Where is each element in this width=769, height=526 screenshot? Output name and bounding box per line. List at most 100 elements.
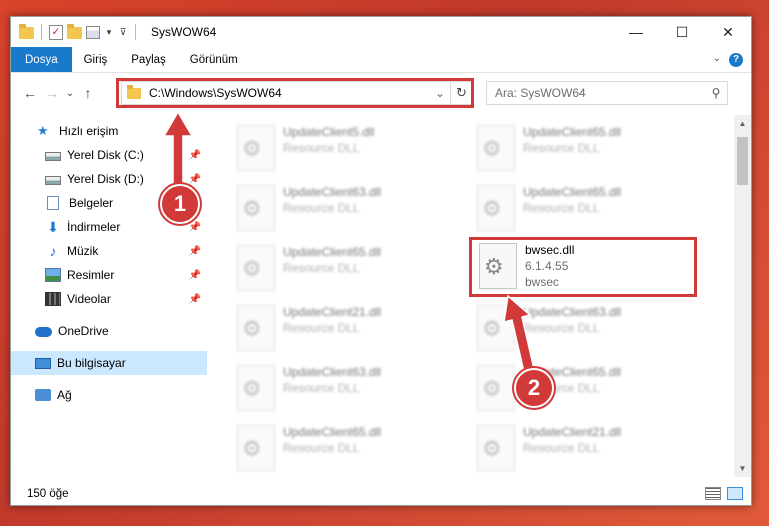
file-item[interactable]: UpdateClient65.dllResource DLL [237,421,467,477]
file-name: UpdateClient65.dll [523,185,622,199]
large-icons-view-icon[interactable] [727,487,743,500]
file-name: UpdateClient65.dll [283,245,382,259]
folder-icon [127,84,141,99]
address-path[interactable]: C:\Windows\SysWOW64 [149,86,430,100]
videos-icon [45,292,61,306]
dll-file-icon [237,425,275,471]
dll-file-icon [477,425,515,471]
properties-icon[interactable] [86,25,100,39]
file-item[interactable]: UpdateClient21.dll Resource DLL [477,421,707,477]
tab-share[interactable]: Paylaş [119,47,178,72]
minimize-button[interactable]: — [613,17,659,47]
details-view-icon[interactable] [705,487,721,500]
sidebar-item-label: Müzik [67,244,99,258]
folder-icon[interactable] [19,24,34,39]
chevron-down-icon[interactable]: ▾ [104,27,114,38]
status-bar: 150 öğe [11,483,751,505]
file-name: UpdateClient63.dll [523,305,622,319]
close-button[interactable]: ✕ [705,17,751,47]
drive-icon [45,151,61,161]
file-list: UpdateClient5.dll Resource DLL UpdateClie… [217,115,727,477]
scroll-up-icon[interactable]: ▲ [734,115,751,132]
star-icon: ★ [37,123,49,138]
expand-ribbon-icon[interactable]: ⌄ [713,53,721,64]
file-type: Resource DLL [283,141,360,155]
tab-home[interactable]: Giriş [72,47,120,72]
dll-file-icon [477,185,515,231]
file-version: 6.1.4.55 [525,259,569,273]
vertical-scrollbar[interactable]: ▲ ▼ [734,115,751,477]
sidebar-item-pictures[interactable]: Resimler 📌 [11,263,207,287]
file-item[interactable]: UpdateClient5.dll Resource DLL [237,121,467,179]
documents-icon [47,196,59,210]
step-badge-1: 1 [160,184,200,224]
step-badge-2: 2 [514,368,554,408]
search-icon[interactable]: ⚲ [705,86,727,100]
file-name: bwsec.dll [525,243,575,257]
new-folder-icon[interactable] [67,24,82,39]
properties-check-icon[interactable]: ✓ [49,24,63,40]
search-input[interactable] [495,86,705,100]
file-item[interactable]: UpdateClient21.dll Resource DLL [237,301,467,359]
tab-file[interactable]: Dosya [11,47,72,72]
cloud-icon [35,327,52,337]
file-item[interactable]: UpdateClient65.dllResource DLL [477,181,707,239]
file-description: bwsec [525,275,560,289]
file-item[interactable]: UpdateClient63.dll Resource DLL [237,181,467,239]
sidebar-item-onedrive[interactable]: OneDrive [11,319,207,343]
file-item[interactable]: UpdateClient63.dll Resource DLL [477,301,707,359]
music-icon: ♪ [49,243,57,259]
file-item[interactable]: UpdateClient65.dllResource DLL [477,121,707,179]
file-type: Resource DLL [523,441,600,455]
maximize-button[interactable]: ☐ [659,17,705,47]
pin-icon[interactable]: 📌 [187,150,203,161]
file-name: UpdateClient63.dll [283,365,382,379]
address-bar[interactable]: C:\Windows\SysWOW64 ⌄ ↻ [121,81,473,105]
sidebar-item-network[interactable]: Ağ [11,383,207,407]
pin-icon[interactable]: 📌 [187,246,203,257]
explorer-window: ✓ ▾ ⊽ SysWOW64 — ☐ ✕ Dosya Giriş Paylaş … [10,16,752,506]
file-type: Resource DLL [283,201,360,215]
sidebar-item-videos[interactable]: Videolar 📌 [11,287,207,311]
window-title: SysWOW64 [151,25,217,39]
view-switcher [705,487,743,500]
file-type: Resource DLL [283,321,360,335]
sidebar-item-label: Resimler [67,268,115,282]
file-item[interactable]: UpdateClient65.dllResource DLL [477,361,707,419]
customize-toolbar-icon[interactable]: ⊽ [118,27,128,38]
sidebar-item-label: Bu bilgisayar [57,356,126,370]
dll-file-icon [237,365,275,411]
forward-button[interactable]: → [41,81,63,105]
dll-file-icon [237,185,275,231]
up-button[interactable]: ↑ [77,81,99,105]
sidebar-item-label: Yerel Disk (C:) [67,148,144,162]
sidebar-item-label: OneDrive [58,324,109,338]
window-controls: — ☐ ✕ [613,17,751,47]
back-button[interactable]: ← [19,81,41,105]
scroll-down-icon[interactable]: ▼ [734,460,751,477]
pin-icon[interactable]: 📌 [187,294,203,305]
file-type: Resource DLL [523,321,600,335]
pin-icon[interactable]: 📌 [187,174,203,185]
scrollbar-thumb[interactable] [737,137,748,185]
chevron-down-icon[interactable]: ⌄ [430,87,450,100]
drive-icon [45,175,61,185]
help-icon[interactable]: ? [729,53,743,67]
tab-view[interactable]: Görünüm [178,47,250,72]
file-item[interactable]: UpdateClient65.dllResource DLL [237,241,467,299]
file-item-bwsec-dll[interactable]: bwsec.dll 6.1.4.55 bwsec [479,239,709,297]
file-item[interactable]: UpdateClient63.dll Resource DLL [237,361,467,419]
sidebar-item-quick-access[interactable]: ★ Hızlı erişim [11,119,207,143]
sidebar-item-music[interactable]: ♪ Müzik 📌 [11,239,207,263]
pin-icon[interactable]: 📌 [187,270,203,281]
network-icon [35,389,51,401]
ribbon-tabs: Dosya Giriş Paylaş Görünüm ⌄ ? [11,47,751,73]
sidebar-item-local-disk-c[interactable]: Yerel Disk (C:) 📌 [11,143,207,167]
dll-file-icon [479,243,517,289]
recent-locations-button[interactable]: ⌄ [63,81,77,105]
dll-file-icon [237,245,275,291]
refresh-button[interactable]: ↻ [450,82,472,104]
pin-icon[interactable]: 📌 [187,222,203,233]
search-box[interactable]: ⚲ [486,81,728,105]
sidebar-item-this-pc[interactable]: Bu bilgisayar [11,351,207,375]
